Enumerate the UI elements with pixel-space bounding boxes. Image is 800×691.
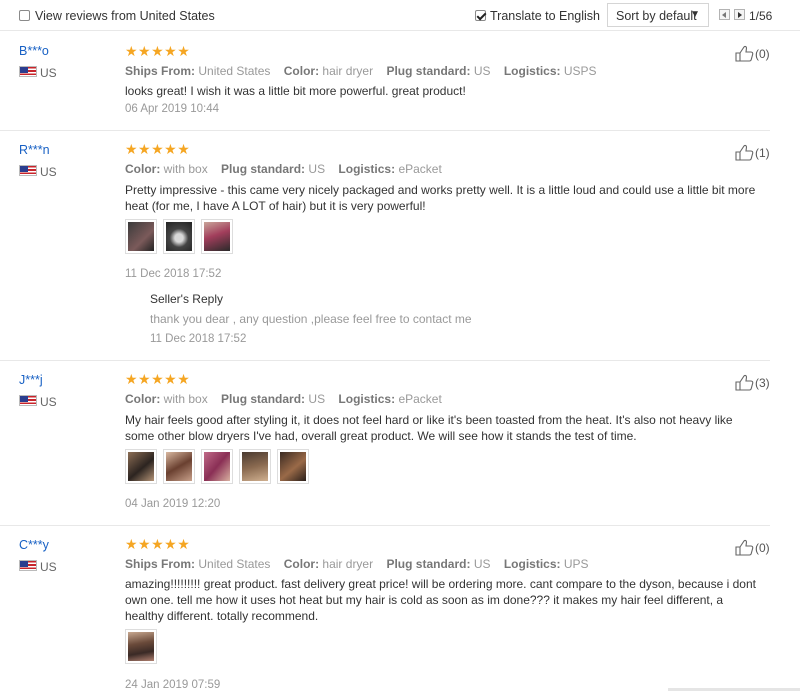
review-photo-thumbnail[interactable] (239, 449, 271, 484)
review-photo-thumbnail[interactable] (125, 219, 157, 254)
review-photo-thumbnail[interactable] (201, 449, 233, 484)
review-toolbar: View reviews from United States Translat… (0, 0, 800, 31)
like-button[interactable]: (1) (735, 144, 770, 161)
review-date: 04 Jan 2019 12:20 (125, 498, 221, 510)
review-photo-thumbnail[interactable] (125, 629, 157, 664)
review-photo-thumbnail[interactable] (201, 219, 233, 254)
attr-value: with box (163, 162, 208, 176)
view-us-checkbox[interactable] (19, 10, 30, 21)
reviewer-name[interactable]: C***y (19, 538, 49, 552)
thumbs-up-icon (735, 374, 754, 391)
reviewer-name[interactable]: B***o (19, 44, 49, 58)
seller-reply-title: Seller's Reply (150, 292, 223, 306)
us-flag-icon (19, 165, 37, 176)
review-photos (125, 629, 163, 664)
review-attributes: Color: with box Plug standard: US Logist… (125, 392, 452, 406)
review-photos (125, 219, 239, 254)
review-photo-thumbnail[interactable] (163, 449, 195, 484)
attr-key: Ships From: (125, 64, 196, 78)
attr-key: Color: (125, 392, 161, 406)
like-count: (0) (755, 47, 770, 61)
reviewer-country: US (40, 165, 57, 179)
review-item: C***y US ★★★★★ Ships From: United States… (0, 526, 800, 691)
page-indicator: 1/56 (749, 9, 773, 23)
review-item: B***o US ★★★★★ Ships From: United States… (0, 31, 800, 131)
attr-value: ePacket (398, 392, 442, 406)
like-button[interactable]: (3) (735, 374, 770, 391)
attr-key: Color: (283, 557, 320, 571)
translate-label[interactable]: Translate to English (490, 9, 600, 23)
attr-key: Logistics: (338, 162, 396, 176)
next-page-button[interactable] (734, 9, 745, 20)
like-button[interactable]: (0) (735, 45, 770, 62)
attr-value: hair dryer (322, 64, 374, 78)
attr-value: US (308, 162, 326, 176)
review-attributes: Ships From: United States Color: hair dr… (125, 64, 607, 78)
attr-value: US (473, 64, 491, 78)
attr-key: Logistics: (338, 392, 396, 406)
like-count: (1) (755, 146, 770, 160)
attr-key: Logistics: (503, 557, 561, 571)
review-text: Pretty impressive - this came very nicel… (125, 183, 756, 213)
prev-page-button[interactable] (719, 9, 730, 20)
attr-key: Color: (283, 64, 320, 78)
review-date: 06 Apr 2019 10:44 (125, 103, 219, 115)
reviewer-name[interactable]: R***n (19, 143, 50, 157)
attr-key: Color: (125, 162, 161, 176)
review-attributes: Color: with box Plug standard: US Logist… (125, 162, 452, 176)
attr-value: United States (198, 557, 271, 571)
attr-key: Plug standard: (386, 557, 471, 571)
attr-value: United States (198, 64, 271, 78)
reviewer-country: US (40, 395, 57, 409)
us-flag-icon (19, 395, 37, 406)
star-rating: ★★★★★ (125, 43, 191, 59)
chevron-down-icon: ▼ (690, 9, 700, 20)
like-count: (0) (755, 541, 770, 555)
review-item: R***n US ★★★★★ Color: with box Plug stan… (0, 131, 800, 361)
sort-dropdown[interactable]: Sort by default ▼ (607, 3, 709, 27)
reviewer-country: US (40, 66, 57, 80)
review-photos (125, 449, 315, 484)
attr-value: US (473, 557, 491, 571)
reviewer-country: US (40, 560, 57, 574)
thumbs-up-icon (735, 539, 754, 556)
us-flag-icon (19, 66, 37, 77)
star-rating: ★★★★★ (125, 536, 191, 552)
attr-key: Plug standard: (386, 64, 471, 78)
sort-label: Sort by default (616, 9, 697, 23)
review-attributes: Ships From: United States Color: hair dr… (125, 557, 599, 571)
view-us-label[interactable]: View reviews from United States (35, 9, 215, 23)
attr-value: hair dryer (322, 557, 374, 571)
star-rating: ★★★★★ (125, 141, 191, 157)
review-text: amazing!!!!!!!!! great product. fast del… (125, 577, 756, 623)
review-date: 24 Jan 2019 07:59 (125, 679, 221, 691)
review-text: My hair feels good after styling it, it … (125, 413, 733, 443)
reviewer-name[interactable]: J***j (19, 373, 43, 387)
like-button[interactable]: (0) (735, 539, 770, 556)
star-rating: ★★★★★ (125, 371, 191, 387)
review-photo-thumbnail[interactable] (163, 219, 195, 254)
seller-reply-text: thank you dear , any question ,please fe… (150, 312, 472, 326)
attr-value: UPS (563, 557, 589, 571)
review-text: looks great! I wish it was a little bit … (125, 84, 466, 98)
attr-key: Ships From: (125, 557, 196, 571)
attr-value: with box (163, 392, 208, 406)
attr-key: Plug standard: (221, 392, 306, 406)
attr-key: Logistics: (503, 64, 561, 78)
us-flag-icon (19, 560, 37, 571)
seller-reply-date: 11 Dec 2018 17:52 (150, 333, 247, 345)
attr-value: US (308, 392, 326, 406)
thumbs-up-icon (735, 45, 754, 62)
thumbs-up-icon (735, 144, 754, 161)
review-photo-thumbnail[interactable] (277, 449, 309, 484)
translate-checkbox[interactable] (475, 10, 486, 21)
attr-value: USPS (563, 64, 597, 78)
review-item: J***j US ★★★★★ Color: with box Plug stan… (0, 361, 800, 526)
attr-key: Plug standard: (221, 162, 306, 176)
attr-value: ePacket (398, 162, 442, 176)
like-count: (3) (755, 376, 770, 390)
review-date: 11 Dec 2018 17:52 (125, 268, 222, 280)
review-photo-thumbnail[interactable] (125, 449, 157, 484)
